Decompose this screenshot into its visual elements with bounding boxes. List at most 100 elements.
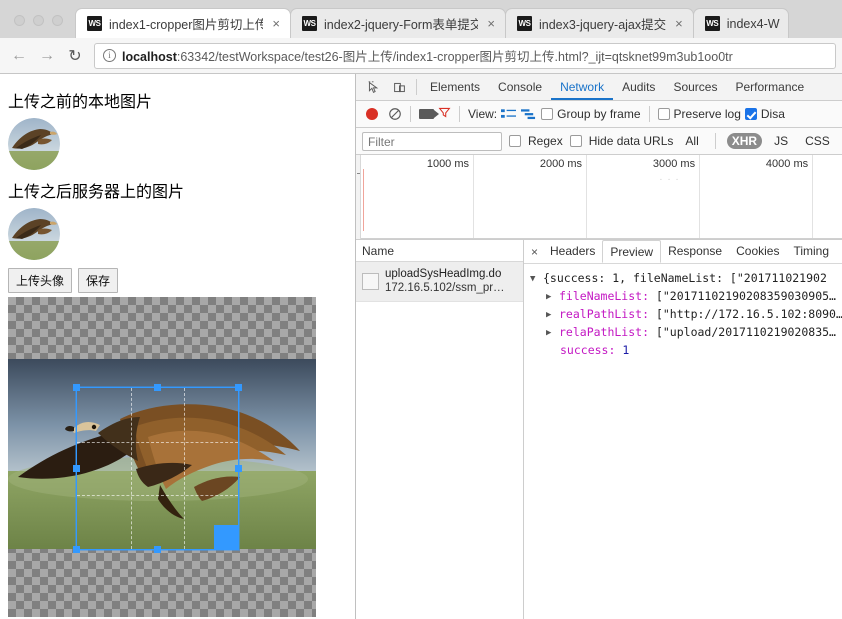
close-icon[interactable]: ×	[528, 245, 543, 259]
filter-type-js[interactable]: JS	[769, 133, 793, 149]
clear-icon[interactable]	[388, 107, 402, 121]
cropper-canvas[interactable]	[8, 297, 316, 617]
upload-avatar-button[interactable]: 上传头像	[8, 268, 73, 293]
disable-cache-checkbox[interactable]	[744, 108, 757, 120]
regex-label[interactable]: Regex	[528, 134, 563, 148]
browser-toolbar: ← → ↻ i localhost:63342/testWorkspace/te…	[0, 38, 842, 74]
waterfall-view-icon[interactable]	[521, 107, 537, 121]
divider	[648, 106, 650, 122]
regex-checkbox[interactable]	[509, 135, 521, 147]
group-by-frame-label[interactable]: Group by frame	[557, 107, 640, 121]
minimize-window-button[interactable]	[33, 15, 44, 26]
crop-selection-box[interactable]	[73, 384, 242, 553]
save-button[interactable]: 保存	[78, 268, 119, 293]
disable-cache-label[interactable]: Disa	[761, 107, 785, 121]
tab-elements[interactable]: Elements	[421, 74, 489, 100]
window-controls[interactable]	[6, 15, 75, 38]
request-detail-pane: × Headers Preview Response Cookies Timin…	[524, 240, 842, 619]
json-row-success: success: 1	[530, 342, 842, 360]
tab-sources[interactable]: Sources	[664, 74, 726, 100]
timeline-area[interactable]: 1000 ms 2000 ms 3000 ms 4000 ms · · ·	[361, 155, 842, 239]
filter-type-css[interactable]: CSS	[800, 133, 835, 149]
filter-input[interactable]: Filter	[362, 131, 502, 151]
record-icon[interactable]	[366, 108, 378, 120]
close-icon[interactable]: ×	[673, 16, 685, 31]
timeline-baseline	[361, 238, 842, 239]
back-icon[interactable]: ←	[6, 43, 32, 69]
json-value: ["upload/2017110219020835…	[655, 325, 836, 339]
json-value: 1	[622, 343, 630, 357]
crop-handle-s[interactable]	[154, 546, 161, 553]
page-info-icon[interactable]: i	[103, 49, 116, 62]
crop-handle-nw[interactable]	[73, 384, 80, 391]
crop-handle-e[interactable]	[235, 465, 242, 472]
filter-funnel-icon[interactable]	[438, 106, 451, 122]
webstorm-icon: WS	[302, 16, 317, 31]
hide-data-urls-checkbox[interactable]	[569, 135, 582, 147]
screenshot-icon[interactable]	[419, 109, 439, 119]
json-root-row[interactable]: ▼ {success: 1, fileNameList: ["201711021…	[530, 270, 842, 288]
filter-type-all[interactable]: All	[680, 133, 703, 149]
web-page-viewport: 上传之前的本地图片 上传之后服务器上的图片 上传头像 保存	[0, 74, 356, 619]
crop-handle-ne[interactable]	[235, 384, 242, 391]
filter-type-xhr[interactable]: XHR	[726, 133, 763, 149]
server-image-avatar	[8, 208, 60, 260]
crop-handle-n[interactable]	[154, 384, 161, 391]
chevron-right-icon[interactable]: ▶	[546, 306, 559, 324]
reload-icon[interactable]: ↻	[62, 43, 88, 69]
divider	[410, 106, 411, 122]
url-host: localhost	[122, 50, 177, 64]
chevron-down-icon[interactable]: ▼	[530, 270, 543, 288]
tab-audits[interactable]: Audits	[613, 74, 664, 100]
browser-tab-3[interactable]: WS index3-jquery-ajax提交 ×	[505, 8, 694, 38]
hide-data-urls-label[interactable]: Hide data URLs	[589, 134, 674, 148]
tab-performance[interactable]: Performance	[726, 74, 813, 100]
close-icon[interactable]: ×	[270, 16, 282, 31]
group-by-frame-checkbox[interactable]	[541, 108, 554, 120]
preserve-log-label[interactable]: Preserve log	[674, 107, 741, 121]
json-preview[interactable]: ▼ {success: 1, fileNameList: ["201711021…	[524, 264, 842, 619]
tab-cookies[interactable]: Cookies	[729, 240, 786, 263]
json-key: success:	[560, 343, 616, 357]
address-bar[interactable]: i localhost:63342/testWorkspace/test26-图…	[94, 42, 836, 69]
json-key: fileNameList:	[559, 289, 650, 303]
tab-response[interactable]: Response	[661, 240, 729, 263]
list-view-icon[interactable]	[501, 107, 517, 121]
inspect-element-icon[interactable]	[360, 75, 386, 99]
local-image-avatar	[8, 118, 60, 170]
close-icon[interactable]: ×	[485, 16, 497, 31]
tab-network[interactable]: Network	[551, 74, 614, 100]
tab-console[interactable]: Console	[489, 74, 551, 100]
network-toolbar: View: Group by frame Preserve log Disa	[356, 101, 842, 128]
page-button-row: 上传头像 保存	[8, 268, 347, 293]
forward-icon[interactable]: →	[34, 43, 60, 69]
close-window-button[interactable]	[14, 15, 25, 26]
browser-tab-1[interactable]: WS index1-cropper图片剪切上传 ×	[75, 8, 291, 38]
chevron-right-icon[interactable]: ▶	[546, 324, 559, 342]
json-key: realPathList:	[559, 307, 650, 321]
timeline-tick-4: 4000 ms	[700, 155, 814, 239]
tab-preview[interactable]: Preview	[602, 240, 662, 263]
json-row-filenamelist[interactable]: ▶ fileNameList: ["2017110219020835903090…	[530, 288, 842, 306]
crop-resize-handle-se[interactable]	[214, 525, 238, 549]
json-row-relapathlist[interactable]: ▶ relaPathList: ["upload/201711021902083…	[530, 324, 842, 342]
table-row[interactable]: uploadSysHeadImg.do 172.16.5.102/ssm_pr…	[356, 262, 523, 302]
request-list: Name uploadSysHeadImg.do 172.16.5.102/ss…	[356, 240, 524, 619]
json-row-realpathlist[interactable]: ▶ realPathList: ["http://172.16.5.102:80…	[530, 306, 842, 324]
tab-headers[interactable]: Headers	[543, 240, 602, 263]
crop-handle-w[interactable]	[73, 465, 80, 472]
preserve-log-checkbox[interactable]	[657, 108, 670, 120]
tab-title: index3-jquery-ajax提交	[539, 18, 667, 32]
network-overview-timeline[interactable]: 1000 ms 2000 ms 3000 ms 4000 ms · · ·	[356, 155, 842, 240]
browser-tab-4[interactable]: WS index4-W	[692, 8, 789, 38]
maximize-window-button[interactable]	[52, 15, 63, 26]
request-host: 172.16.5.102/ssm_pr…	[385, 282, 505, 295]
column-header-name[interactable]: Name	[356, 240, 523, 262]
chevron-right-icon[interactable]: ▶	[546, 288, 559, 306]
timeline-tick-2: 2000 ms	[474, 155, 588, 239]
crop-handle-sw[interactable]	[73, 546, 80, 553]
tab-timing[interactable]: Timing	[786, 240, 836, 263]
device-toolbar-icon[interactable]	[386, 75, 412, 99]
json-value: ["20171102190208359030905…	[655, 289, 836, 303]
browser-tab-2[interactable]: WS index2-jquery-Form表单提交 ×	[290, 8, 506, 38]
